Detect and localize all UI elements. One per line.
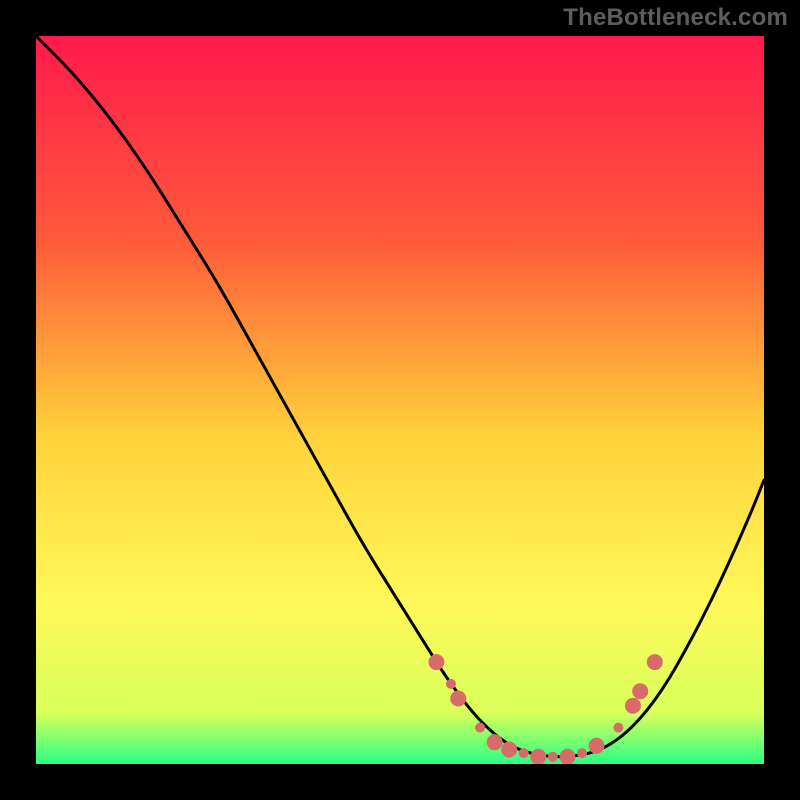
marker-dot bbox=[632, 683, 648, 699]
marker-dot bbox=[613, 723, 623, 733]
marker-dot bbox=[530, 749, 546, 764]
marker-dot bbox=[501, 741, 517, 757]
marker-dot bbox=[450, 690, 466, 706]
plot-area bbox=[36, 36, 764, 764]
marker-dot bbox=[559, 749, 575, 764]
marker-dot bbox=[577, 748, 587, 758]
bottleneck-chart bbox=[36, 36, 764, 764]
marker-dot bbox=[446, 679, 456, 689]
marker-dot bbox=[647, 654, 663, 670]
marker-dot bbox=[589, 738, 605, 754]
marker-dot bbox=[475, 723, 485, 733]
marker-dot bbox=[548, 752, 558, 762]
marker-dot bbox=[487, 734, 503, 750]
marker-dot bbox=[625, 698, 641, 714]
chart-frame: TheBottleneck.com bbox=[0, 0, 800, 800]
marker-dot bbox=[519, 748, 529, 758]
marker-dot bbox=[428, 654, 444, 670]
watermark-text: TheBottleneck.com bbox=[563, 4, 788, 32]
